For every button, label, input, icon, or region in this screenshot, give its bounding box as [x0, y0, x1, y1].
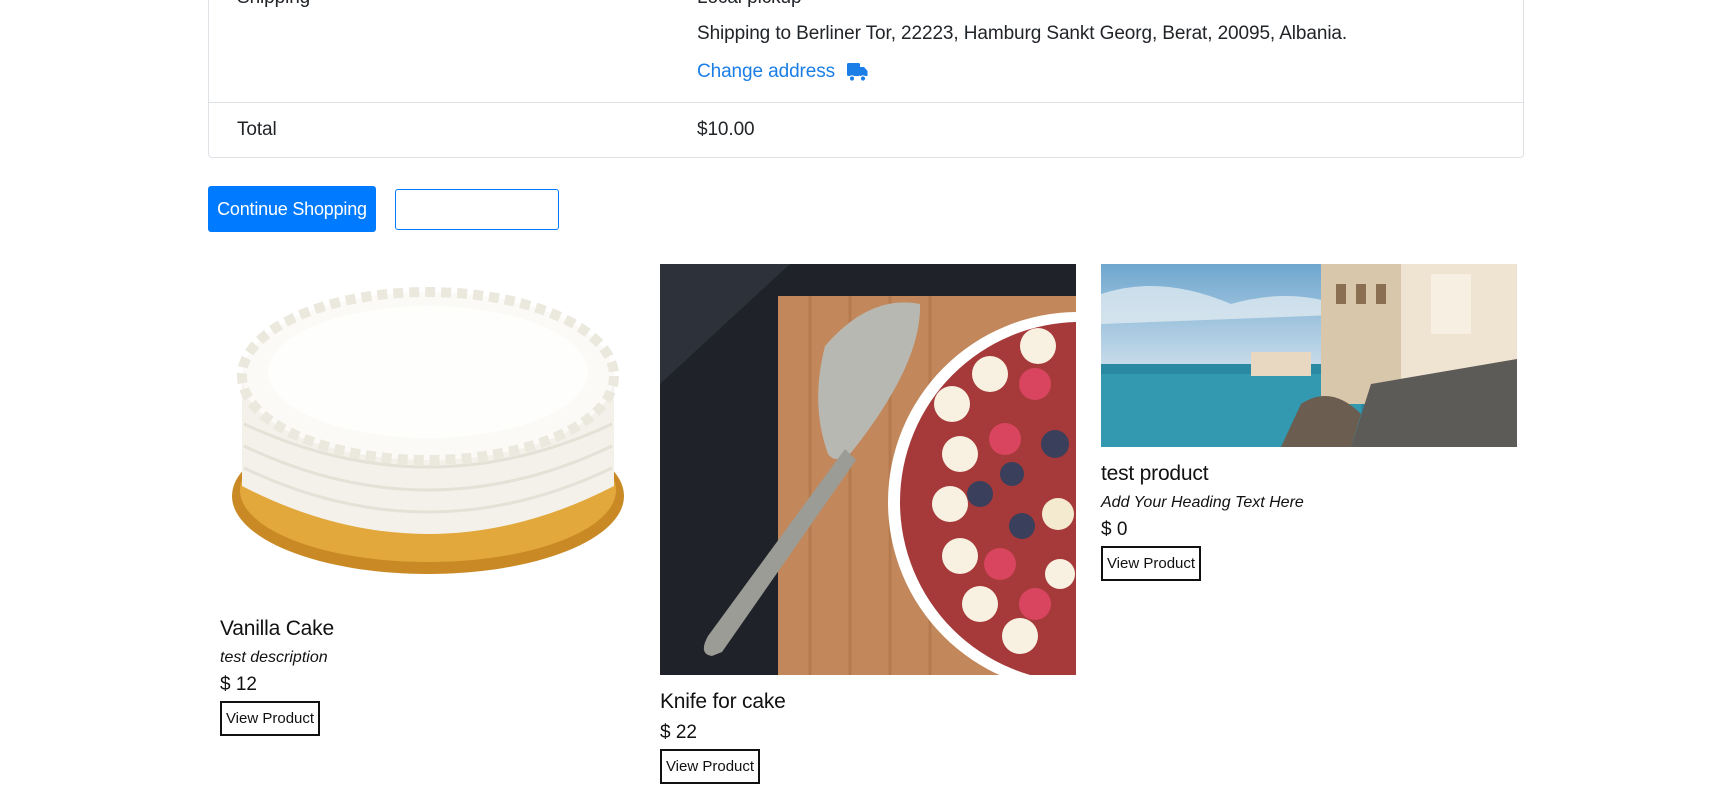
total-value: $10.00 [697, 119, 755, 140]
vanilla-cake-image[interactable] [220, 264, 636, 604]
continue-shopping-button[interactable]: Continue Shopping [208, 186, 376, 232]
view-product-button[interactable]: View Product [220, 701, 320, 736]
view-product-button[interactable]: View Product [1101, 546, 1201, 581]
change-address-label: Change address [697, 61, 836, 82]
product-title[interactable]: Knife for cake [660, 690, 786, 714]
view-product-button[interactable]: View Product [660, 749, 760, 784]
cake-knife-image[interactable] [660, 264, 1076, 675]
coastal-town-image[interactable] [1101, 264, 1517, 447]
product-title[interactable]: Vanilla Cake [220, 617, 334, 641]
product-description: test description [220, 649, 328, 666]
change-address-link[interactable]: Change address [697, 61, 868, 83]
total-label: Total [237, 119, 277, 140]
shipping-method: Local pickup [697, 0, 802, 9]
shipping-destination: Shipping to Berliner Tor, 22223, Hamburg… [697, 23, 1348, 44]
shipping-label: Shipping [237, 0, 310, 9]
row-divider [209, 102, 1523, 103]
product-price: $ 12 [220, 674, 257, 695]
product-description: Add Your Heading Text Here [1101, 494, 1304, 511]
secondary-outline-button[interactable] [395, 189, 559, 230]
truck-icon [847, 62, 868, 82]
product-price: $ 22 [660, 722, 697, 743]
product-title[interactable]: test product [1101, 462, 1209, 486]
product-price: $ 0 [1101, 519, 1128, 540]
